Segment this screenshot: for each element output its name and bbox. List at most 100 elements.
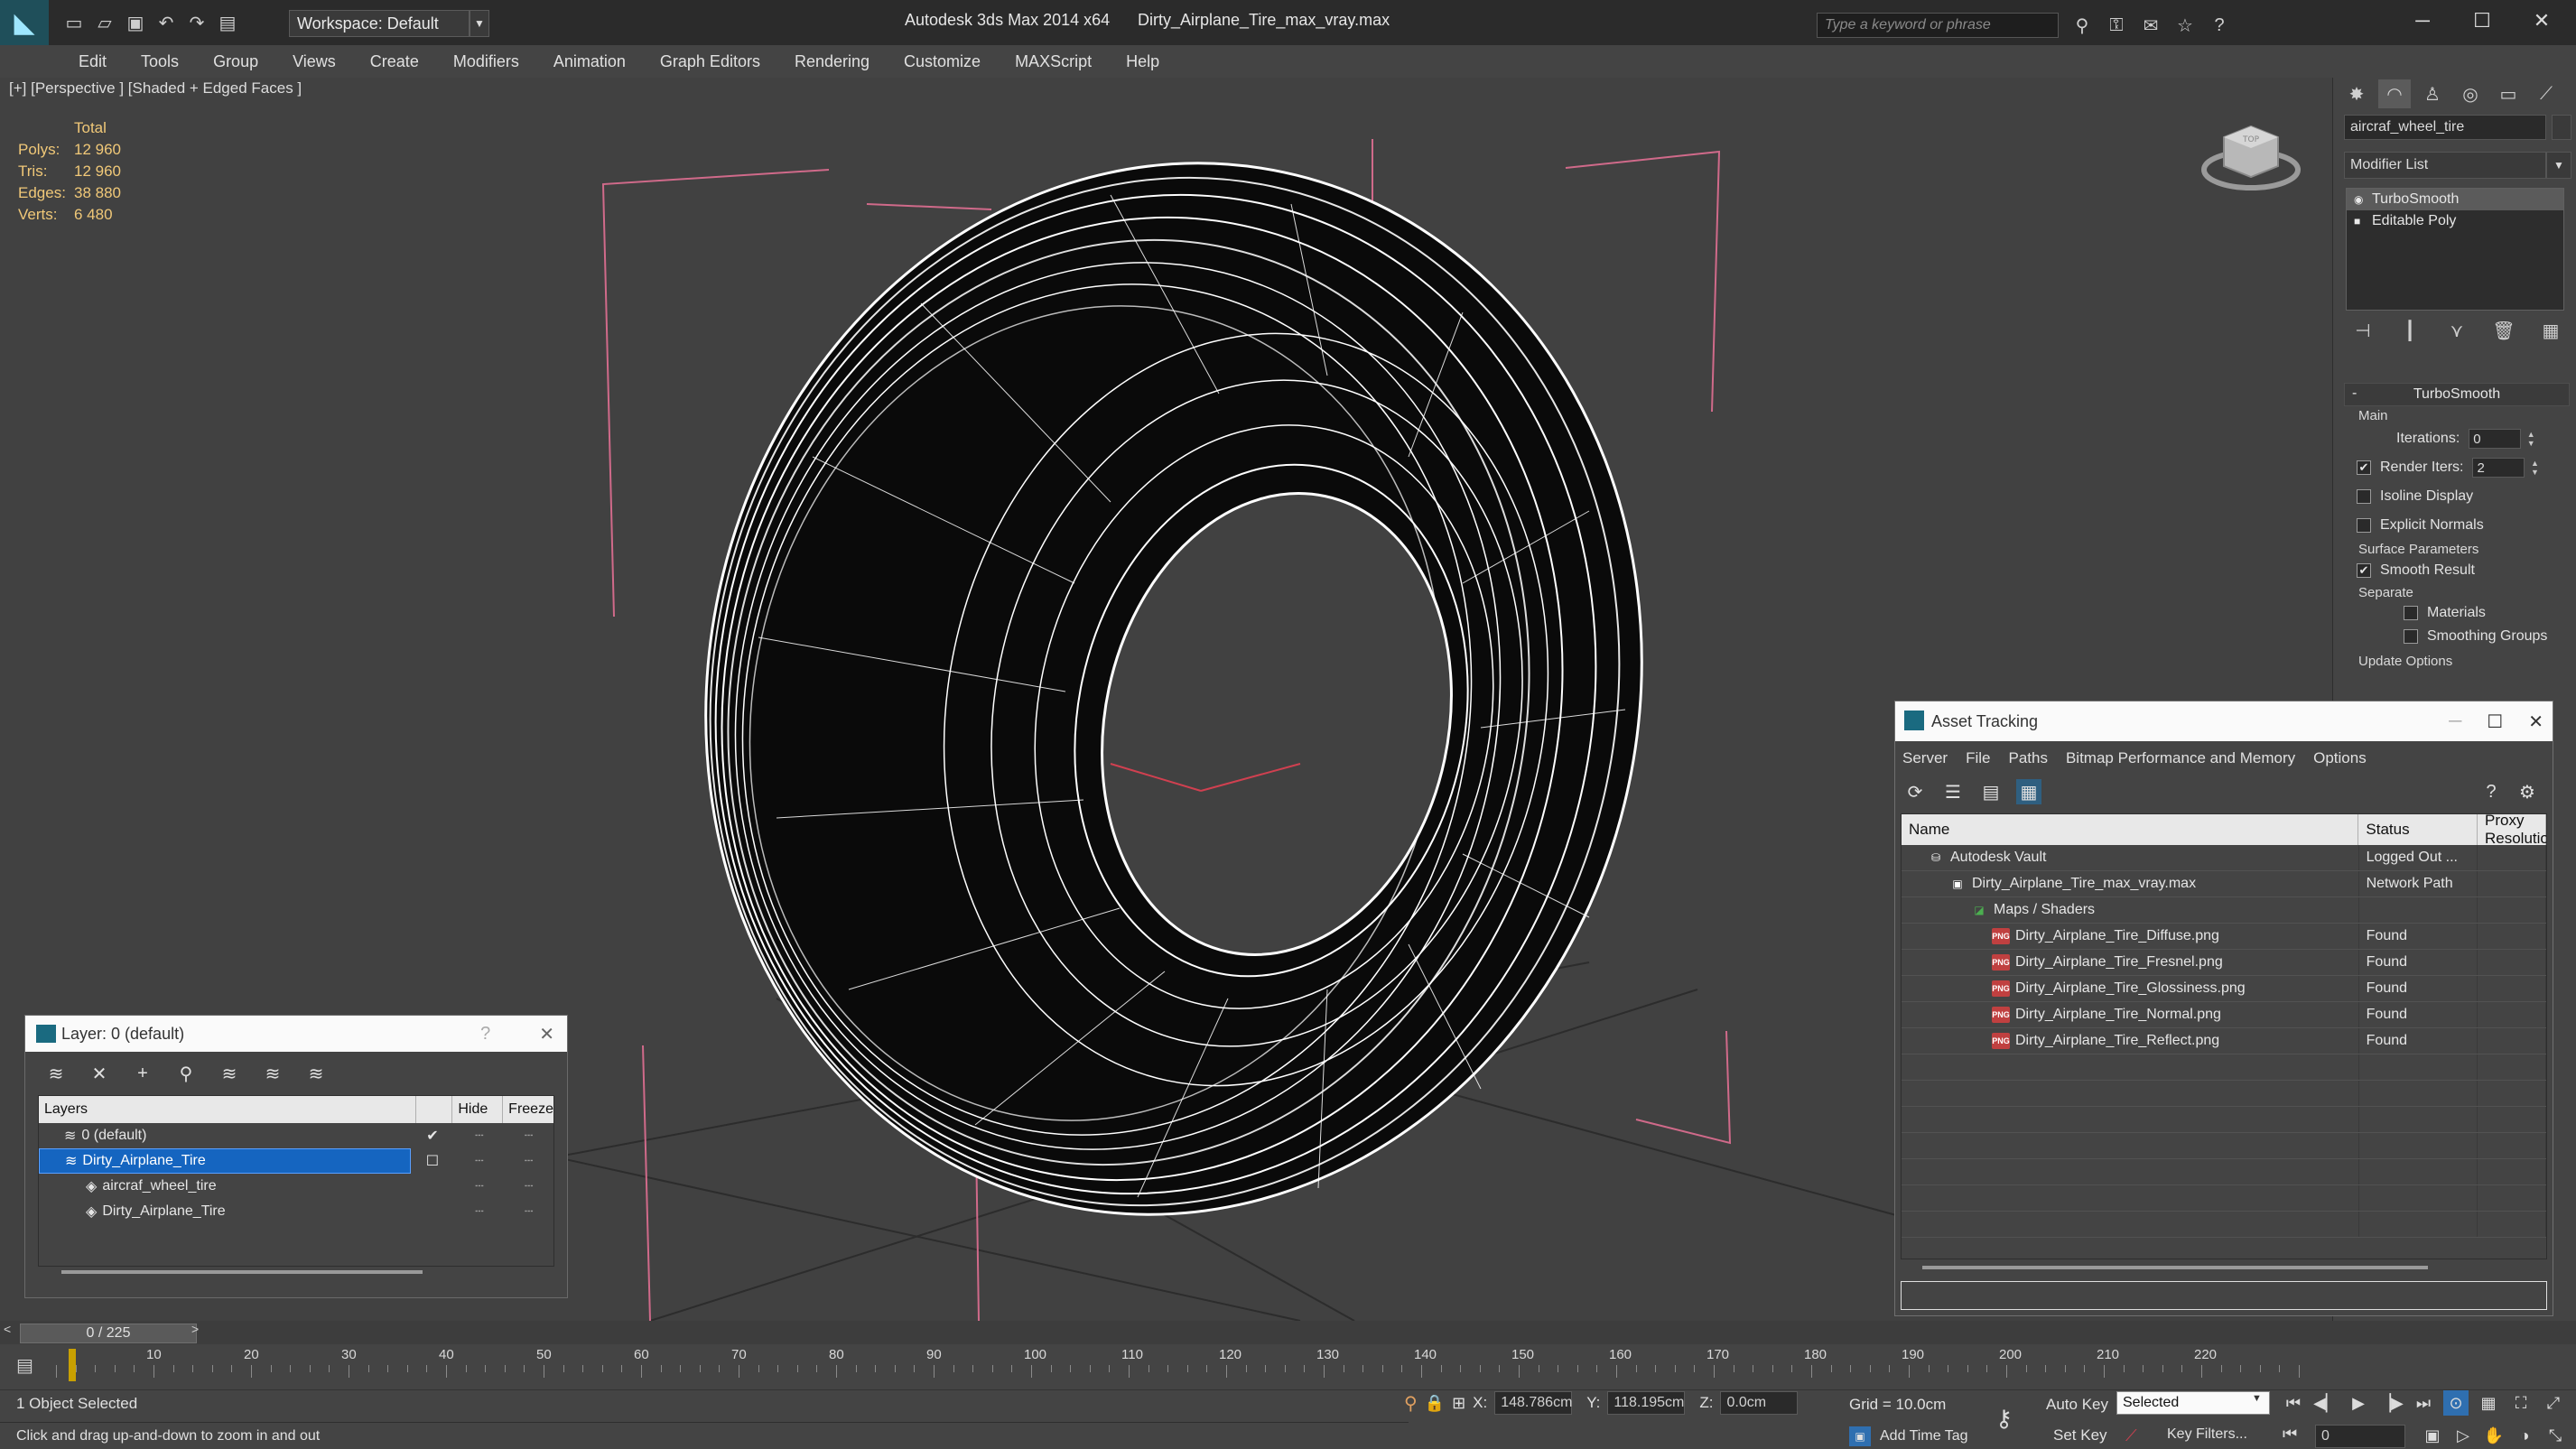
close-icon[interactable]: ✕ <box>539 1023 554 1045</box>
help-icon[interactable]: ? <box>2478 779 2504 804</box>
layer-row[interactable]: ◈ Dirty_Airplane_Tire ┄ ┄ <box>39 1199 553 1224</box>
menu-edit[interactable]: Edit <box>61 45 124 78</box>
menu-server[interactable]: Server <box>1902 749 1948 767</box>
help-icon[interactable]: ? <box>480 1024 490 1045</box>
object-name-field[interactable]: aircraf_wheel_tire <box>2344 115 2546 140</box>
menu-bitmap-performance[interactable]: Bitmap Performance and Memory <box>2066 749 2295 767</box>
viewcube[interactable]: TOP <box>2201 117 2301 191</box>
column-status[interactable]: Status <box>2358 814 2478 845</box>
highlight-layer-icon[interactable]: ≋ <box>260 1061 285 1086</box>
z-coordinate-field[interactable]: 0.0cm <box>1720 1391 1799 1415</box>
communication-icon[interactable]: ✉ <box>2138 13 2163 38</box>
time-configuration-icon[interactable]: ▣ <box>2420 1423 2445 1448</box>
x-coordinate-field[interactable]: 148.786cm <box>1494 1391 1572 1415</box>
redo-icon[interactable]: ↷ <box>184 10 209 35</box>
menu-options[interactable]: Options <box>2313 749 2367 767</box>
minimize-icon[interactable]: ─ <box>2449 711 2461 732</box>
hide-toggle[interactable]: ┄ <box>454 1152 504 1170</box>
menu-group[interactable]: Group <box>196 45 275 78</box>
hierarchy-tab-icon[interactable]: ♙ <box>2416 79 2449 108</box>
column-name[interactable]: Name <box>1902 814 2359 845</box>
materials-checkbox[interactable] <box>2404 606 2418 620</box>
menu-graph-editors[interactable]: Graph Editors <box>643 45 777 78</box>
chevron-down-icon[interactable]: ▼ <box>470 10 489 37</box>
settings-icon[interactable]: ⚙ <box>2515 779 2540 804</box>
freeze-toggle[interactable]: ┄ <box>504 1177 553 1195</box>
menu-create[interactable]: Create <box>353 45 436 78</box>
table-row[interactable]: PNG Dirty_Airplane_Tire_Reflect.png Found <box>1902 1028 2546 1054</box>
binoculars-icon[interactable]: ⚲ <box>2069 13 2095 38</box>
modify-tab-icon[interactable]: ◠ <box>2378 79 2411 108</box>
freeze-toggle[interactable]: ┄ <box>504 1203 553 1221</box>
menu-rendering[interactable]: Rendering <box>777 45 887 78</box>
menu-customize[interactable]: Customize <box>887 45 998 78</box>
go-to-start-icon[interactable]: ⏮ <box>2281 1390 2306 1416</box>
new-file-icon[interactable]: ▭ <box>61 10 87 35</box>
app-menu-button[interactable]: ◣ <box>0 0 49 45</box>
select-objects-icon[interactable]: ⚲ <box>173 1061 199 1086</box>
search-input[interactable]: Type a keyword or phrase <box>1817 13 2059 38</box>
maximize-toggle-icon[interactable]: ⤡ <box>2543 1423 2568 1448</box>
hide-toggle[interactable]: ┄ <box>454 1127 504 1145</box>
column-freeze[interactable]: Freeze <box>503 1096 553 1123</box>
subscription-icon[interactable]: ⚿ <box>2104 13 2129 38</box>
pan-hand-icon[interactable]: ✋ <box>2481 1423 2506 1448</box>
isolate-icon[interactable]: ⚲ <box>1404 1392 1418 1415</box>
make-unique-icon[interactable]: ⋎ <box>2441 318 2472 343</box>
current-frame-field[interactable]: 0 <box>2315 1425 2405 1448</box>
stack-item-turbosmooth[interactable]: ◉ TurboSmooth <box>2347 189 2563 210</box>
explicit-normals-checkbox[interactable] <box>2357 518 2371 533</box>
table-row[interactable]: ⛁ Autodesk Vault Logged Out ... <box>1902 845 2546 871</box>
open-file-icon[interactable]: ▱ <box>92 10 117 35</box>
close-icon[interactable]: ✕ <box>2528 711 2543 733</box>
set-keys-key-icon[interactable]: ⚷ <box>1995 1405 2013 1433</box>
render-iters-spinner[interactable]: 2 <box>2472 458 2525 478</box>
rollout-header[interactable]: - TurboSmooth <box>2344 383 2570 406</box>
play-icon[interactable]: ▶ <box>2346 1390 2371 1416</box>
field-of-view-icon[interactable]: ▷ <box>2450 1423 2476 1448</box>
help-icon[interactable]: ? <box>2207 13 2232 38</box>
stack-item-editable-poly[interactable]: ■ Editable Poly <box>2347 210 2563 232</box>
show-end-result-icon[interactable]: ┃ <box>2395 318 2425 343</box>
table-row[interactable]: PNG Dirty_Airplane_Tire_Glossiness.png Fo… <box>1902 976 2546 1002</box>
curve-editor-icon[interactable]: ▤ <box>16 1354 33 1377</box>
column-hide[interactable]: Hide <box>452 1096 504 1123</box>
hide-freeze-layer-icon[interactable]: ≋ <box>303 1061 329 1086</box>
set-key-button[interactable]: Set Key <box>2053 1426 2107 1444</box>
zoom-extents-icon[interactable]: ⊙ <box>2443 1390 2469 1416</box>
go-to-end-icon[interactable]: ⏭ <box>2411 1390 2436 1416</box>
orbit-icon[interactable]: ◑ <box>2512 1423 2537 1448</box>
next-frame-icon[interactable]: ▕▶ <box>2378 1390 2404 1416</box>
table-row[interactable]: PNG Dirty_Airplane_Tire_Diffuse.png Found <box>1902 924 2546 950</box>
undo-icon[interactable]: ↶ <box>153 10 179 35</box>
chevron-down-icon[interactable]: ▼ <box>2252 1393 2262 1404</box>
display-tab-icon[interactable]: ▭ <box>2492 79 2525 108</box>
current-frame-marker[interactable] <box>69 1349 76 1381</box>
layer-properties-icon[interactable]: ≋ <box>43 1061 69 1086</box>
maximize-icon[interactable]: ☐ <box>2452 0 2512 42</box>
zoom-region-icon[interactable]: ⛶ <box>2508 1390 2534 1416</box>
minimize-icon[interactable]: ─ <box>2393 0 2452 42</box>
maximize-icon[interactable]: ☐ <box>2487 711 2503 733</box>
zoom-all-icon[interactable]: ▦ <box>2476 1390 2501 1416</box>
y-coordinate-field[interactable]: 118.195cm <box>1607 1391 1686 1415</box>
table-row[interactable]: PNG Dirty_Airplane_Tire_Fresnel.png Found <box>1902 950 2546 976</box>
table-row[interactable]: ◪ Maps / Shaders <box>1902 897 2546 924</box>
key-filters-button[interactable]: Key Filters... <box>2167 1426 2247 1443</box>
render-iters-checkbox[interactable]: ✔ <box>2357 460 2371 475</box>
chevron-left-icon[interactable]: < <box>4 1322 20 1343</box>
thumbnail-view-icon[interactable]: ▤ <box>1978 779 2004 804</box>
menu-maxscript[interactable]: MAXScript <box>998 45 1109 78</box>
object-color-swatch[interactable] <box>2552 115 2571 140</box>
configure-modifier-sets-icon[interactable]: ▦ <box>2535 318 2566 343</box>
menu-modifiers[interactable]: Modifiers <box>436 45 536 78</box>
key-mode-toggle-icon[interactable]: ⏮ <box>2283 1425 2297 1444</box>
freeze-toggle[interactable]: ┄ <box>504 1127 553 1145</box>
menu-views[interactable]: Views <box>275 45 353 78</box>
selection-lock-icon[interactable]: 🔒 <box>1425 1394 1445 1413</box>
create-tab-icon[interactable]: ✸ <box>2340 79 2373 108</box>
refresh-icon[interactable]: ⟳ <box>1902 779 1928 804</box>
isoline-checkbox[interactable] <box>2357 489 2371 504</box>
menu-animation[interactable]: Animation <box>536 45 643 78</box>
smooth-result-checkbox[interactable]: ✔ <box>2357 563 2371 578</box>
